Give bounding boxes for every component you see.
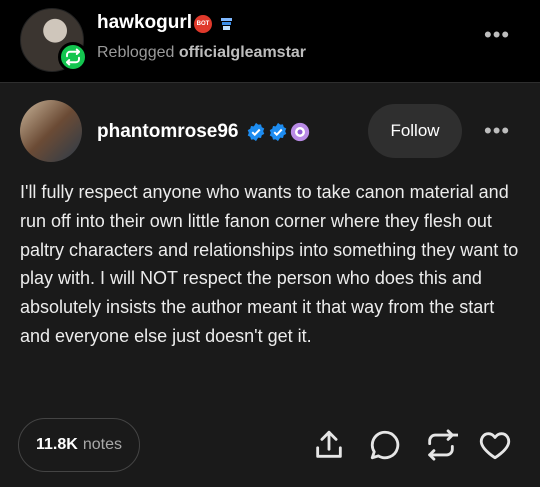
author-avatar[interactable]: [20, 100, 82, 162]
reblogged-label: Reblogged: [97, 44, 175, 61]
notes-count: 11.8K: [36, 436, 78, 453]
verified-icon: [269, 122, 287, 142]
source-username-link[interactable]: officialgleamstar: [179, 44, 306, 61]
reblogger-username[interactable]: hawkogurl: [97, 12, 192, 34]
author-badges: [246, 122, 310, 142]
post-card: hawkogurl BOT Reblogged officialgleamsta…: [0, 0, 540, 487]
notes-button[interactable]: 11.8K notes: [18, 418, 140, 472]
verified-icon: [247, 122, 265, 142]
bot-badge-icon: BOT: [194, 15, 212, 33]
more-dots-icon[interactable]: •••: [484, 22, 510, 48]
author-username[interactable]: phantomrose96: [97, 121, 238, 143]
reblogged-from-line: Reblogged officialgleamstar: [97, 44, 306, 62]
flower-badge-icon: [290, 122, 310, 142]
reblog-icon: [58, 42, 88, 72]
post-body-text: I'll fully respect anyone who wants to t…: [20, 182, 519, 346]
divider: [0, 82, 540, 83]
heart-icon[interactable]: [478, 428, 512, 462]
follow-button[interactable]: Follow: [368, 104, 462, 158]
notes-label: notes: [82, 436, 122, 453]
reply-icon[interactable]: [368, 428, 402, 462]
cup-badge-icon: [221, 18, 232, 30]
share-icon[interactable]: [312, 428, 346, 462]
reblog-header: hawkogurl BOT Reblogged officialgleamsta…: [0, 0, 540, 82]
user-badges: BOT: [194, 15, 236, 33]
more-dots-icon[interactable]: •••: [484, 118, 510, 144]
reblog-icon[interactable]: [424, 428, 458, 462]
